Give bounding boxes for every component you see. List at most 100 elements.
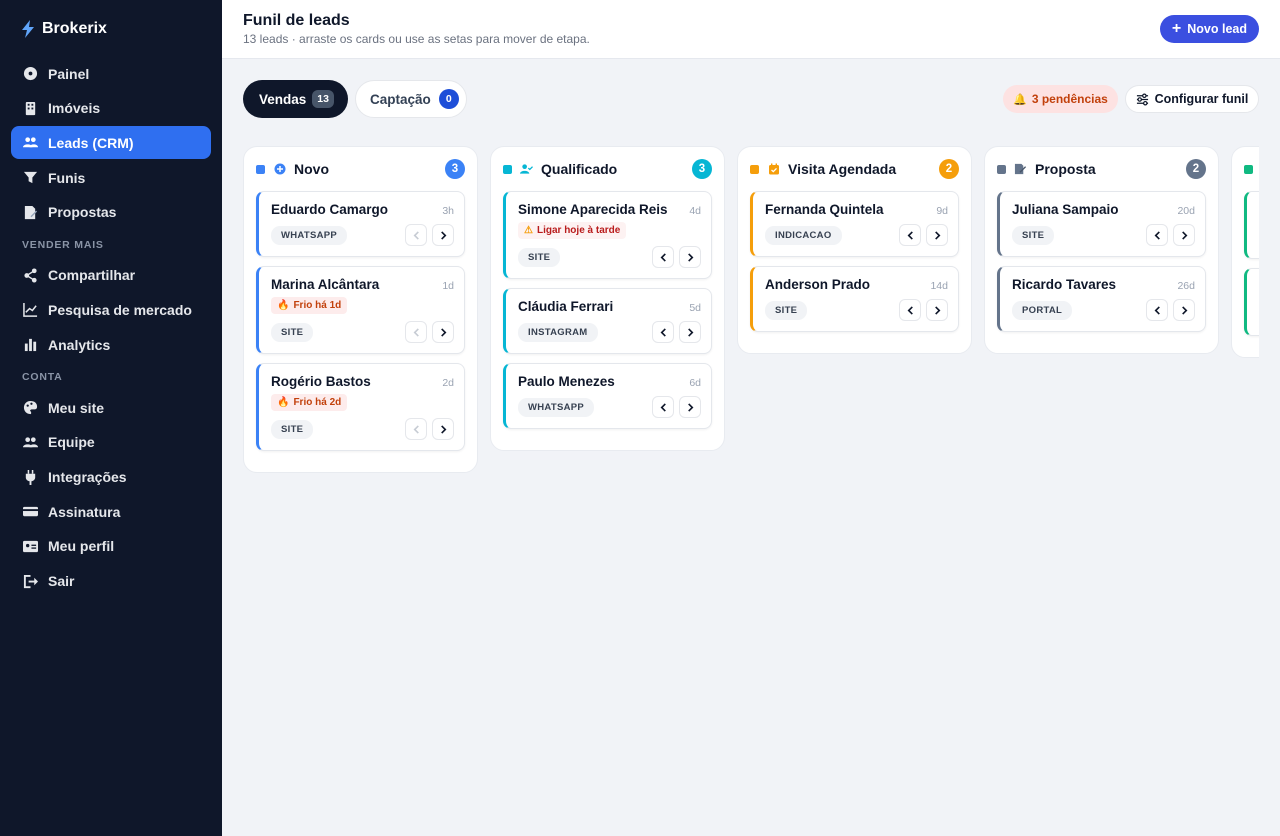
pendencias-button[interactable]: 🔔 3 pendências	[1003, 85, 1118, 113]
sidebar-nav: Painel Imóveis Leads (CRM) Funis Propost…	[11, 57, 211, 599]
chevron-right-icon	[440, 230, 446, 240]
tab-captacao-label: Captação	[370, 91, 431, 107]
plus-circle-icon	[273, 163, 286, 176]
chevron-left-icon	[660, 252, 666, 262]
reminder-badge: ⚠ Ligar hoje à tarde	[518, 222, 627, 239]
move-left-button[interactable]	[1146, 299, 1168, 321]
column-count: 3	[445, 159, 465, 179]
chevron-left-icon	[413, 230, 419, 240]
sidebar-item-label: Compartilhar	[48, 267, 136, 284]
move-left-button[interactable]	[899, 299, 921, 321]
calendar-check-icon	[767, 163, 780, 176]
chevron-left-icon	[907, 305, 913, 315]
move-right-button[interactable]	[679, 246, 701, 268]
chevron-left-icon	[413, 424, 419, 434]
id-card-icon	[22, 538, 38, 554]
lead-card[interactable]: Juliana Sampaio 20d SITE	[997, 191, 1206, 257]
column-novo: Novo 3 Eduardo Camargo 3h WHATSAPP Marina…	[243, 146, 478, 473]
lead-card[interactable]: Eduardo Camargo 3h WHATSAPP	[256, 191, 465, 257]
move-left-button[interactable]	[652, 246, 674, 268]
lead-card[interactable]	[1244, 191, 1259, 259]
bolt-icon	[22, 20, 34, 38]
move-right-button[interactable]	[926, 224, 948, 246]
sidebar-item-leads[interactable]: Leads (CRM)	[11, 126, 211, 160]
sidebar-item-imoveis[interactable]: Imóveis	[11, 92, 211, 125]
sidebar-item-funis[interactable]: Funis	[11, 161, 211, 194]
page-title: Funil de leads	[243, 12, 350, 29]
building-icon	[22, 100, 38, 116]
lead-card[interactable]: Cláudia Ferrari 5d INSTAGRAM	[503, 288, 712, 354]
reminder-text: Ligar hoje à tarde	[536, 225, 621, 236]
user-check-icon	[520, 163, 533, 176]
move-left-button[interactable]	[405, 418, 427, 440]
tab-captacao[interactable]: Captação 0	[355, 80, 467, 118]
move-right-button[interactable]	[926, 299, 948, 321]
lead-source-tag: SITE	[1012, 225, 1055, 245]
chevron-right-icon	[687, 252, 693, 262]
sliders-icon	[1136, 93, 1148, 105]
credit-card-icon	[22, 504, 38, 520]
lead-card[interactable]: Marina Alcântara 1d 🔥 Frio há 1d SITE	[256, 266, 465, 354]
sidebar-item-sair[interactable]: Sair	[11, 565, 211, 598]
move-left-button[interactable]	[652, 321, 674, 343]
sidebar-item-equipe[interactable]: Equipe	[11, 426, 211, 459]
sidebar-item-assinatura[interactable]: Assinatura	[11, 495, 211, 528]
move-left-button[interactable]	[405, 321, 427, 343]
palette-icon	[22, 400, 38, 416]
lead-name: Simone Aparecida Reis	[518, 202, 668, 217]
move-left-button[interactable]	[899, 224, 921, 246]
sidebar-item-analytics[interactable]: Analytics	[11, 328, 211, 361]
sidebar-item-painel[interactable]: Painel	[11, 57, 211, 90]
team-icon	[22, 434, 38, 450]
users-icon	[22, 135, 38, 151]
move-left-button[interactable]	[1146, 224, 1168, 246]
lead-name: Eduardo Camargo	[271, 202, 389, 217]
lead-card[interactable]: Anderson Prado 14d SITE	[750, 266, 959, 332]
lead-card[interactable]	[1244, 268, 1259, 336]
sidebar-item-meu-perfil[interactable]: Meu perfil	[11, 530, 211, 563]
lead-card[interactable]: Fernanda Quintela 9d INDICACAO	[750, 191, 959, 257]
sidebar-item-meu-site[interactable]: Meu site	[11, 391, 211, 424]
move-left-button[interactable]	[405, 224, 427, 246]
cold-lead-badge: 🔥 Frio há 2d	[271, 394, 348, 411]
column-title: Novo	[294, 161, 329, 177]
chevron-left-icon	[660, 327, 666, 337]
sidebar-item-propostas[interactable]: Propostas	[11, 196, 211, 229]
sidebar-item-label: Meu perfil	[48, 538, 115, 555]
lead-name: Paulo Menezes	[518, 374, 615, 389]
configure-funnel-button[interactable]: Configurar funil	[1125, 85, 1259, 113]
brand-logo[interactable]: Brokerix	[20, 20, 107, 38]
lead-source-tag: SITE	[518, 247, 561, 267]
move-right-button[interactable]	[1173, 299, 1195, 321]
lead-card[interactable]: Paulo Menezes 6d WHATSAPP	[503, 363, 712, 429]
lead-age: 9d	[936, 205, 948, 217]
lead-card[interactable]: Simone Aparecida Reis 4d ⚠ Ligar hoje à ta…	[503, 191, 712, 279]
lead-name: Anderson Prado	[765, 277, 871, 292]
lead-name: Ricardo Tavares	[1012, 277, 1117, 292]
lead-card[interactable]: Ricardo Tavares 26d PORTAL	[997, 266, 1206, 332]
page-header: Funil de leads 13 leads · arraste os car…	[222, 0, 1280, 59]
filter-icon	[22, 170, 38, 186]
sidebar-item-integracoes[interactable]: Integrações	[11, 461, 211, 494]
move-right-button[interactable]	[679, 396, 701, 418]
new-lead-button[interactable]: + Novo lead	[1159, 15, 1259, 43]
chevron-right-icon	[934, 230, 940, 240]
lead-name: Marina Alcântara	[271, 277, 380, 292]
tab-vendas-count: 13	[312, 90, 334, 108]
move-right-button[interactable]	[432, 224, 454, 246]
move-left-button[interactable]	[652, 396, 674, 418]
move-right-button[interactable]	[1173, 224, 1195, 246]
column-color-marker	[1244, 164, 1253, 174]
move-right-button[interactable]	[679, 321, 701, 343]
move-right-button[interactable]	[432, 418, 454, 440]
chevron-right-icon	[1181, 305, 1187, 315]
column-header: Qualificado 3	[491, 147, 724, 191]
tab-vendas[interactable]: Vendas 13	[243, 80, 348, 118]
sidebar-item-compartilhar[interactable]: Compartilhar	[11, 259, 211, 292]
new-lead-label: Novo lead	[1187, 22, 1247, 36]
chevron-right-icon	[934, 305, 940, 315]
column-header: Proposta 2	[985, 147, 1218, 191]
lead-card[interactable]: Rogério Bastos 2d 🔥 Frio há 2d SITE	[256, 363, 465, 451]
sidebar-item-pesquisa[interactable]: Pesquisa de mercado	[11, 293, 211, 326]
move-right-button[interactable]	[432, 321, 454, 343]
